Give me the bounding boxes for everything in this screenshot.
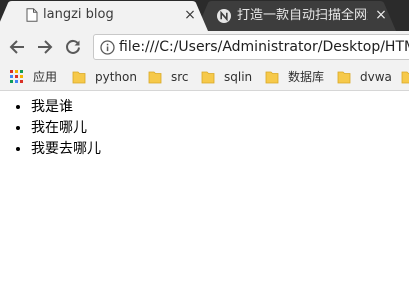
- bullet-list: 我是谁 我在哪儿 我要去哪儿: [0, 97, 101, 160]
- bookmarks-bar: 应用 python src sqlin 数据库 dvwa: [0, 63, 409, 91]
- address-bar[interactable]: file:///C:/Users/Administrator/Desktop/H…: [93, 34, 409, 60]
- close-icon[interactable]: ×: [182, 7, 198, 23]
- tab-inactive[interactable]: 打造一款自动扫描全网漏 ×: [196, 0, 396, 31]
- bookmark-label: 数据库: [288, 70, 325, 84]
- close-icon[interactable]: ×: [373, 7, 389, 23]
- arrow-left-icon: [9, 40, 24, 54]
- folder-icon: [201, 71, 215, 84]
- n-logo-icon: [217, 9, 231, 27]
- back-button[interactable]: [8, 38, 26, 56]
- reload-icon: [66, 40, 80, 54]
- tab-strip: 打造一款自动扫描全网漏 × langzi blog ×: [0, 0, 409, 31]
- bookmark-label: sqlin: [224, 70, 253, 84]
- folder-icon: [72, 71, 86, 84]
- reload-button[interactable]: [64, 38, 82, 56]
- page-content: 我是谁 我在哪儿 我要去哪儿: [0, 91, 409, 302]
- document-icon: [26, 8, 38, 26]
- browser-toolbar: file:///C:/Users/Administrator/Desktop/H…: [0, 31, 409, 63]
- folder-icon: [337, 71, 351, 84]
- list-item: 我要去哪儿: [31, 139, 101, 160]
- bookmark-label: python: [95, 70, 137, 84]
- bookmark-label: 应用: [33, 70, 58, 84]
- bookmark-label: src: [171, 70, 189, 84]
- folder-icon: [265, 71, 279, 84]
- apps-grid-icon: [10, 70, 23, 83]
- forward-button[interactable]: [36, 38, 54, 56]
- arrow-right-icon: [38, 40, 53, 54]
- folder-icon: [401, 71, 409, 84]
- info-icon[interactable]: [100, 40, 115, 59]
- tab-title: langzi blog: [43, 7, 114, 22]
- tab-active[interactable]: langzi blog ×: [0, 0, 208, 31]
- folder-icon: [148, 71, 162, 84]
- bookmark-label: dvwa: [360, 70, 392, 84]
- url-text[interactable]: file:///C:/Users/Administrator/Desktop/H…: [119, 39, 409, 55]
- tab-title: 打造一款自动扫描全网漏: [237, 8, 368, 23]
- list-item: 我是谁: [31, 97, 101, 118]
- list-item: 我在哪儿: [31, 118, 101, 139]
